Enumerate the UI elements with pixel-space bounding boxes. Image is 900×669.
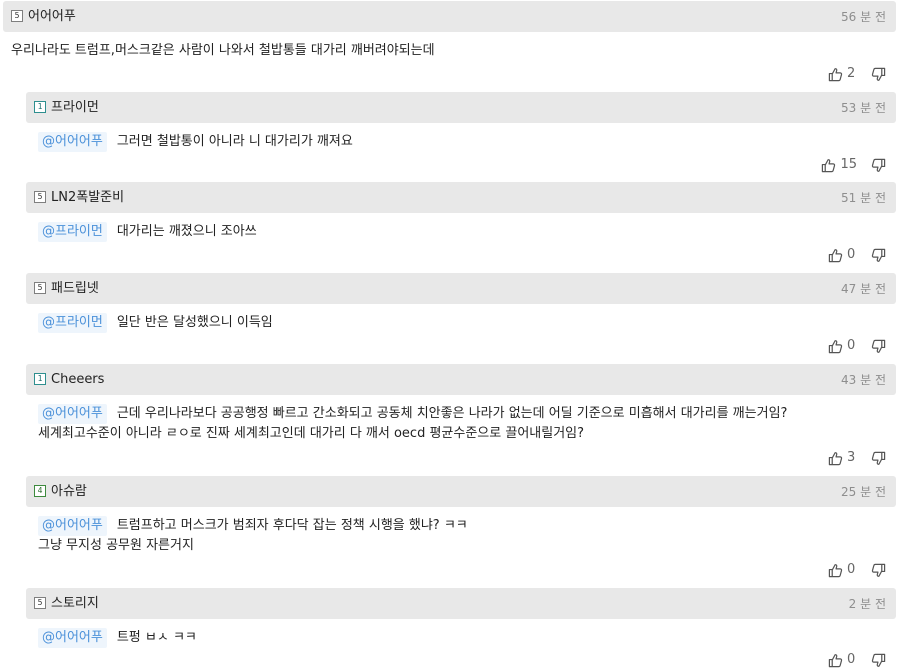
reply-comment: 4 아슈람 25 분 전 @어어어푸 트럼프하고 머스크가 범죄자 후다닥 잡는 … — [26, 476, 896, 586]
thumbs-up-icon[interactable] — [828, 248, 843, 263]
level-icon: 1 — [34, 101, 46, 113]
vote-controls: 3 — [828, 449, 886, 467]
comment-text: 세계최고수준이 아니라 ㄹㅇ로 진짜 세계최고인데 대가리 다 깨서 oecd … — [38, 426, 585, 441]
comment-text: 트럼프하고 머스크가 범죄자 후다닥 잡는 정책 시행을 했냐? ㅋㅋ — [116, 518, 468, 533]
timestamp: 53 분 전 — [841, 101, 886, 115]
comment-body: @프라이먼 일단 반은 달성했으니 이득임 — [38, 313, 886, 333]
like-count: 3 — [847, 450, 856, 465]
vote-controls: 15 — [821, 156, 886, 174]
comment-body: @프라이먼 대가리는 깨졌으니 조아쓰 — [38, 222, 886, 242]
thumbs-up-icon[interactable] — [821, 158, 836, 173]
author-name[interactable]: LN2폭발준비 — [51, 189, 124, 207]
comment-body: @어어어푸 트럼프하고 머스크가 범죄자 후다닥 잡는 정책 시행을 했냐? ㅋㅋ… — [38, 516, 886, 556]
timestamp: 43 분 전 — [841, 373, 886, 387]
vote-controls: 0 — [828, 561, 886, 579]
like-count: 0 — [847, 338, 856, 353]
level-icon: 5 — [34, 191, 46, 203]
mention-tag[interactable]: @프라이먼 — [38, 222, 107, 242]
like-count: 0 — [847, 247, 856, 262]
like-count: 2 — [847, 66, 856, 81]
timestamp: 47 분 전 — [841, 282, 886, 296]
comment-header: 1 프라이먼 53 분 전 — [26, 92, 896, 123]
thumbs-down-icon[interactable] — [871, 563, 886, 578]
thumbs-down-icon[interactable] — [871, 67, 886, 82]
like-count: 0 — [847, 562, 856, 577]
like-count: 15 — [840, 157, 857, 172]
comment-text: 근데 우리나라보다 공공행정 빠르고 간소화되고 공동체 치안좋은 나라가 없는… — [116, 406, 788, 421]
reply-comment: 1 프라이먼 53 분 전 @어어어푸 그러면 철밥통이 아니라 니 대가리가 깨… — [26, 92, 896, 182]
thumbs-up-icon[interactable] — [828, 563, 843, 578]
thumbs-up-icon[interactable] — [828, 339, 843, 354]
author-name[interactable]: 아슈람 — [51, 483, 87, 501]
comment-header: 5 패드립넷 47 분 전 — [26, 273, 896, 304]
vote-controls: 0 — [828, 337, 886, 355]
timestamp: 56 분 전 — [841, 10, 886, 24]
comment-text: 우리나라도 트럼프,머스크같은 사람이 나와서 철밥통들 대가리 깨버려야되는데 — [11, 43, 435, 58]
reply-comment: 5 LN2폭발준비 51 분 전 @프라이먼 대가리는 깨졌으니 조아쓰 0 — [26, 182, 896, 272]
level-icon: 5 — [34, 282, 46, 294]
comment-body: 우리나라도 트럼프,머스크같은 사람이 나와서 철밥통들 대가리 깨버려야되는데 — [11, 41, 886, 61]
thumbs-down-icon[interactable] — [871, 653, 886, 668]
thumbs-up-icon[interactable] — [828, 67, 843, 82]
comment-text: 일단 반은 달성했으니 이득임 — [116, 315, 273, 330]
comment-header: 1 Cheeers 43 분 전 — [26, 364, 896, 395]
author-name[interactable]: 프라이먼 — [51, 99, 99, 117]
timestamp: 25 분 전 — [841, 485, 886, 499]
thumbs-down-icon[interactable] — [871, 451, 886, 466]
mention-tag[interactable]: @프라이먼 — [38, 313, 107, 333]
mention-tag[interactable]: @어어어푸 — [38, 404, 107, 424]
timestamp: 2 분 전 — [848, 597, 886, 611]
timestamp: 51 분 전 — [841, 191, 886, 205]
level-icon: 5 — [11, 10, 23, 22]
author-name[interactable]: Cheeers — [51, 371, 104, 389]
author-name[interactable]: 어어어푸 — [28, 8, 76, 26]
level-icon: 4 — [34, 485, 46, 497]
reply-comment: 5 패드립넷 47 분 전 @프라이먼 일단 반은 달성했으니 이득임 0 — [26, 273, 896, 363]
author-name[interactable]: 패드립넷 — [51, 280, 99, 298]
vote-controls: 2 — [828, 65, 886, 83]
comment-text: 그냥 무지성 공무원 자른거지 — [38, 538, 194, 553]
level-icon: 1 — [34, 373, 46, 385]
mention-tag[interactable]: @어어어푸 — [38, 628, 107, 648]
thumbs-up-icon[interactable] — [828, 653, 843, 668]
comment-header: 5 어어어푸 56 분 전 — [3, 1, 896, 32]
vote-controls: 0 — [828, 246, 886, 264]
comment-header: 5 스토리지 2 분 전 — [26, 588, 896, 619]
thumbs-down-icon[interactable] — [871, 248, 886, 263]
comment: 5 어어어푸 56 분 전 우리나라도 트럼프,머스크같은 사람이 나와서 철밥… — [3, 1, 896, 91]
comment-header: 5 LN2폭발준비 51 분 전 — [26, 182, 896, 213]
reply-comment: 1 Cheeers 43 분 전 @어어어푸 근데 우리나라보다 공공행정 빠르고… — [26, 364, 896, 474]
comment-body: @어어어푸 트펑 ㅂㅅ ㅋㅋ — [38, 628, 886, 648]
comment-text: 대가리는 깨졌으니 조아쓰 — [116, 224, 257, 239]
comment-header: 4 아슈람 25 분 전 — [26, 476, 896, 507]
vote-controls: 0 — [828, 651, 886, 669]
author-name[interactable]: 스토리지 — [51, 595, 99, 613]
mention-tag[interactable]: @어어어푸 — [38, 516, 107, 536]
reply-comment: 5 스토리지 2 분 전 @어어어푸 트펑 ㅂㅅ ㅋㅋ 0 — [26, 588, 896, 667]
like-count: 0 — [847, 652, 856, 667]
comment-text: 그러면 철밥통이 아니라 니 대가리가 깨져요 — [116, 134, 353, 149]
mention-tag[interactable]: @어어어푸 — [38, 132, 107, 152]
level-icon: 5 — [34, 597, 46, 609]
comment-body: @어어어푸 근데 우리나라보다 공공행정 빠르고 간소화되고 공동체 치안좋은 나… — [38, 404, 886, 444]
comment-text: 트펑 ㅂㅅ ㅋㅋ — [116, 630, 197, 645]
thumbs-down-icon[interactable] — [871, 158, 886, 173]
thumbs-down-icon[interactable] — [871, 339, 886, 354]
thumbs-up-icon[interactable] — [828, 451, 843, 466]
comment-body: @어어어푸 그러면 철밥통이 아니라 니 대가리가 깨져요 — [38, 132, 886, 152]
